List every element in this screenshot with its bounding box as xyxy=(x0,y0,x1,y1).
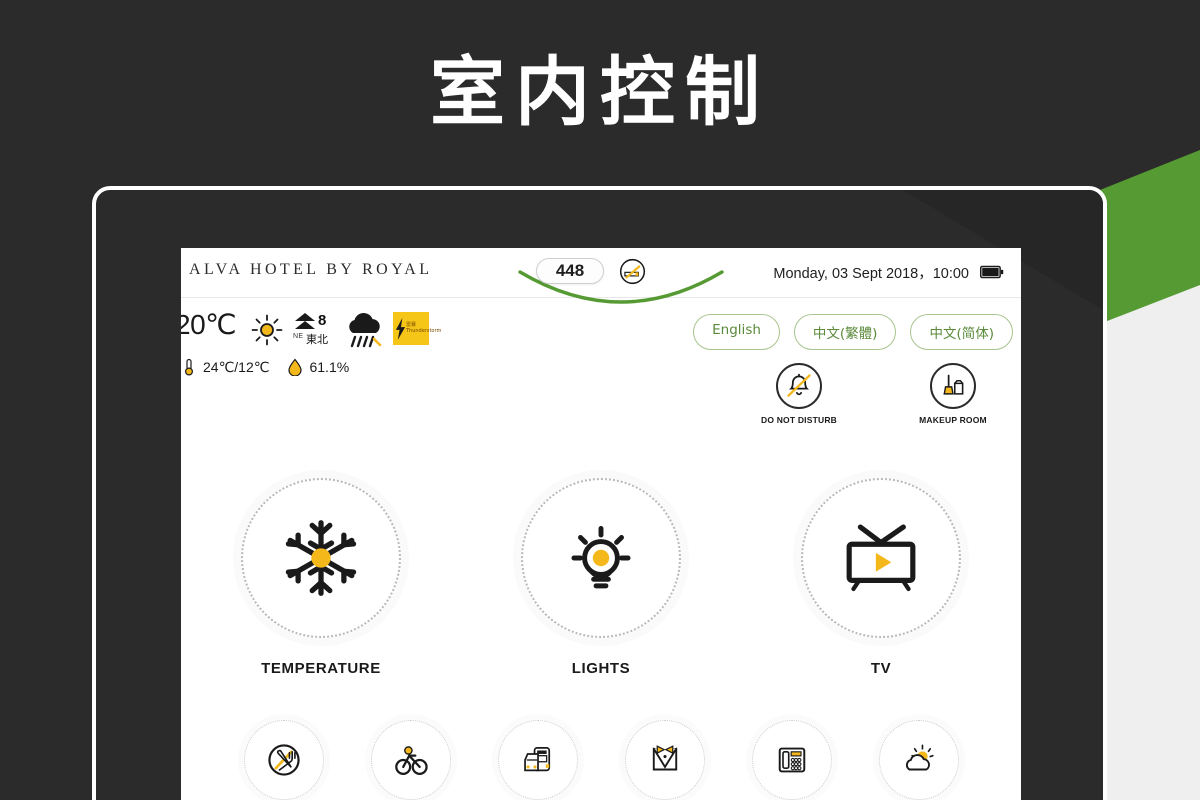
shuttle-car-icon xyxy=(523,747,550,772)
weather-alert-text: 雷暴 Thunderstorm xyxy=(406,322,442,335)
main-control-tiles: TEMPERATURE LIGHTS TV xyxy=(181,478,1021,677)
language-selector: English 中文(繁體) 中文(简体) xyxy=(693,314,1013,350)
lightbulb-icon xyxy=(571,526,631,589)
quick-action-butler[interactable] xyxy=(624,720,705,800)
language-button-simplified-chinese[interactable]: 中文(简体) xyxy=(910,314,1013,350)
do-not-disturb-ring xyxy=(776,363,822,409)
language-button-english[interactable]: English xyxy=(693,314,780,350)
do-not-disturb-label: DO NOT DISTURB xyxy=(761,415,837,425)
tablet-device: ALVA HOTEL BY ROYAL 448 Monday, 03 Sept … xyxy=(92,186,1107,800)
quick-action-dining[interactable] xyxy=(243,720,324,800)
humidity-value: 61.1% xyxy=(309,359,350,375)
service-toggles: DO NOT DISTURB MAKEUP ROOM xyxy=(751,363,1001,425)
page-title: 室内控制 xyxy=(429,48,770,136)
current-temperature: 20℃ xyxy=(181,309,237,340)
tile-temperature[interactable]: TEMPERATURE xyxy=(211,478,431,677)
tv-label: TV xyxy=(870,660,892,677)
tv-icon xyxy=(846,524,916,592)
no-smoking-icon xyxy=(619,258,646,285)
quick-action-weather[interactable] xyxy=(878,720,959,800)
makeup-room-ring xyxy=(930,363,976,409)
lights-label: LIGHTS xyxy=(571,660,631,677)
snowflake-icon xyxy=(285,520,357,596)
sun-cloud-icon xyxy=(905,744,934,771)
weather-alert-en: Thunderstorm xyxy=(406,327,442,334)
temperature-circle xyxy=(241,478,401,638)
do-not-disturb-button[interactable]: DO NOT DISTURB xyxy=(751,363,847,425)
wind-direction-en: NE xyxy=(293,333,304,340)
weather-details-row: 24℃/12℃ 61.1% xyxy=(181,358,349,376)
quick-action-row xyxy=(181,720,1021,800)
weather-panel: 20℃ 8 NE 東北 雷暴 Thunderstorm 24℃/12℃ 61.1… xyxy=(181,308,601,398)
no-dining-icon xyxy=(267,744,300,776)
bell-slash-icon xyxy=(787,373,811,397)
butler-bowtie-icon xyxy=(652,745,677,771)
temperature-range: 24℃/12℃ xyxy=(203,358,270,375)
temperature-label: TEMPERATURE xyxy=(261,660,381,677)
broom-dustpan-icon xyxy=(943,374,964,395)
datetime-display: Monday, 03 Sept 2018，10:00 xyxy=(773,266,969,282)
room-number-badge[interactable]: 448 xyxy=(536,258,604,284)
humidity-icon xyxy=(288,358,303,376)
rain-cloud-icon xyxy=(349,312,382,348)
tile-lights[interactable]: LIGHTS xyxy=(491,478,711,677)
telephone-icon xyxy=(778,747,805,773)
quick-action-transport[interactable] xyxy=(497,720,578,800)
sun-icon xyxy=(251,314,283,346)
hotel-name: ALVA HOTEL BY ROYAL xyxy=(189,261,433,278)
tablet-screen: ALVA HOTEL BY ROYAL 448 Monday, 03 Sept … xyxy=(181,248,1021,800)
tv-circle xyxy=(801,478,961,638)
makeup-room-label: MAKEUP ROOM xyxy=(919,415,987,425)
lightning-bolt-icon xyxy=(395,317,406,340)
thermometer-icon xyxy=(184,358,194,376)
bicycle-icon xyxy=(394,746,428,775)
quick-action-bicycle[interactable] xyxy=(370,720,451,800)
battery-icon xyxy=(980,265,1004,279)
makeup-room-button[interactable]: MAKEUP ROOM xyxy=(905,363,1001,425)
screen-header: ALVA HOTEL BY ROYAL 448 Monday, 03 Sept … xyxy=(181,248,1021,304)
wind-speed: 8 xyxy=(318,312,327,329)
language-button-traditional-chinese[interactable]: 中文(繁體) xyxy=(793,314,897,350)
weather-alert-badge: 雷暴 Thunderstorm xyxy=(393,312,441,345)
tile-tv[interactable]: TV xyxy=(771,478,991,677)
wind-indicator: 8 NE 東北 xyxy=(293,312,339,352)
wind-direction-zh: 東北 xyxy=(306,333,328,346)
quick-action-phone[interactable] xyxy=(751,720,832,800)
lights-circle xyxy=(521,478,681,638)
